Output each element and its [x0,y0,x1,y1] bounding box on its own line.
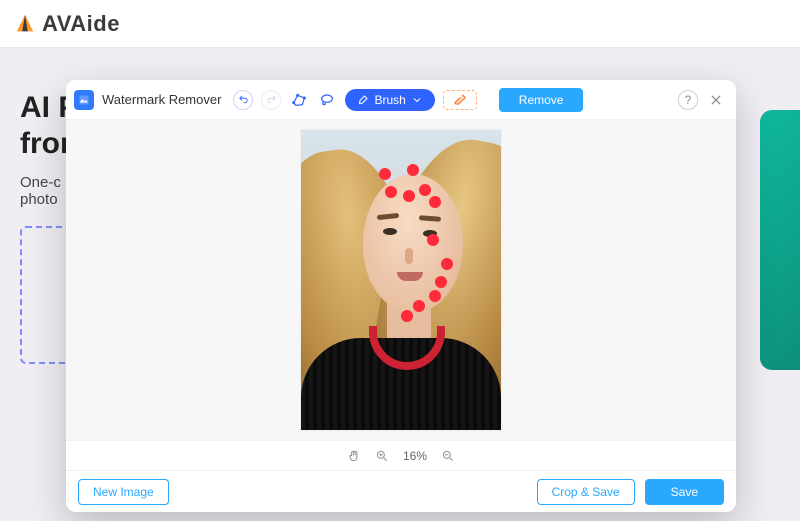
redo-button[interactable] [261,90,281,110]
eraser-tool-button[interactable] [443,90,477,110]
site-header: AVAide [0,0,800,48]
brush-marker [441,258,453,270]
brush-marker [413,300,425,312]
brush-marker [407,164,419,176]
canvas-area[interactable] [66,120,736,440]
pan-hand-button[interactable] [347,449,361,463]
app-badge-icon [74,90,94,110]
hero-sub-line1: One-c [20,174,61,191]
brush-marker [379,168,391,180]
brush-marker [401,310,413,322]
brush-marker [435,276,447,288]
brand-logo-text: AVAide [42,11,120,37]
brush-marker [429,290,441,302]
remove-button[interactable]: Remove [499,88,584,112]
brush-marker [403,190,415,202]
brush-marker [429,196,441,208]
hero-sub-line2: photo [20,191,58,208]
brush-icon [357,94,369,106]
brush-label: Brush [374,93,405,107]
new-image-button[interactable]: New Image [78,479,169,505]
edited-image[interactable] [301,130,501,430]
close-icon [709,93,723,107]
brand-logo[interactable]: AVAide [14,11,120,37]
eraser-icon [452,93,468,107]
editor-toolbar: Watermark Remover Brush Remove [66,80,736,120]
modal-footer: New Image Crop & Save Save [66,470,736,512]
brush-marker [385,186,397,198]
undo-button[interactable] [233,90,253,110]
brush-marker [419,184,431,196]
help-button[interactable]: ? [678,90,698,110]
side-illustration [760,110,800,370]
crop-and-save-button[interactable]: Crop & Save [537,479,635,505]
brush-marker [427,234,439,246]
watermark-remover-modal: Watermark Remover Brush Remove [66,80,736,512]
close-button[interactable] [706,90,726,110]
lasso-tool-button[interactable] [317,90,337,110]
zoom-out-button[interactable] [441,449,455,463]
chevron-down-icon [411,94,423,106]
zoom-level-text: 16% [403,449,427,463]
save-button[interactable]: Save [645,479,724,505]
zoom-in-button[interactable] [375,449,389,463]
logo-mark-icon [14,13,36,35]
brush-tool-button[interactable]: Brush [345,89,434,111]
polygon-tool-button[interactable] [289,90,309,110]
zoom-bar: 16% [66,440,736,470]
modal-title: Watermark Remover [102,92,221,107]
